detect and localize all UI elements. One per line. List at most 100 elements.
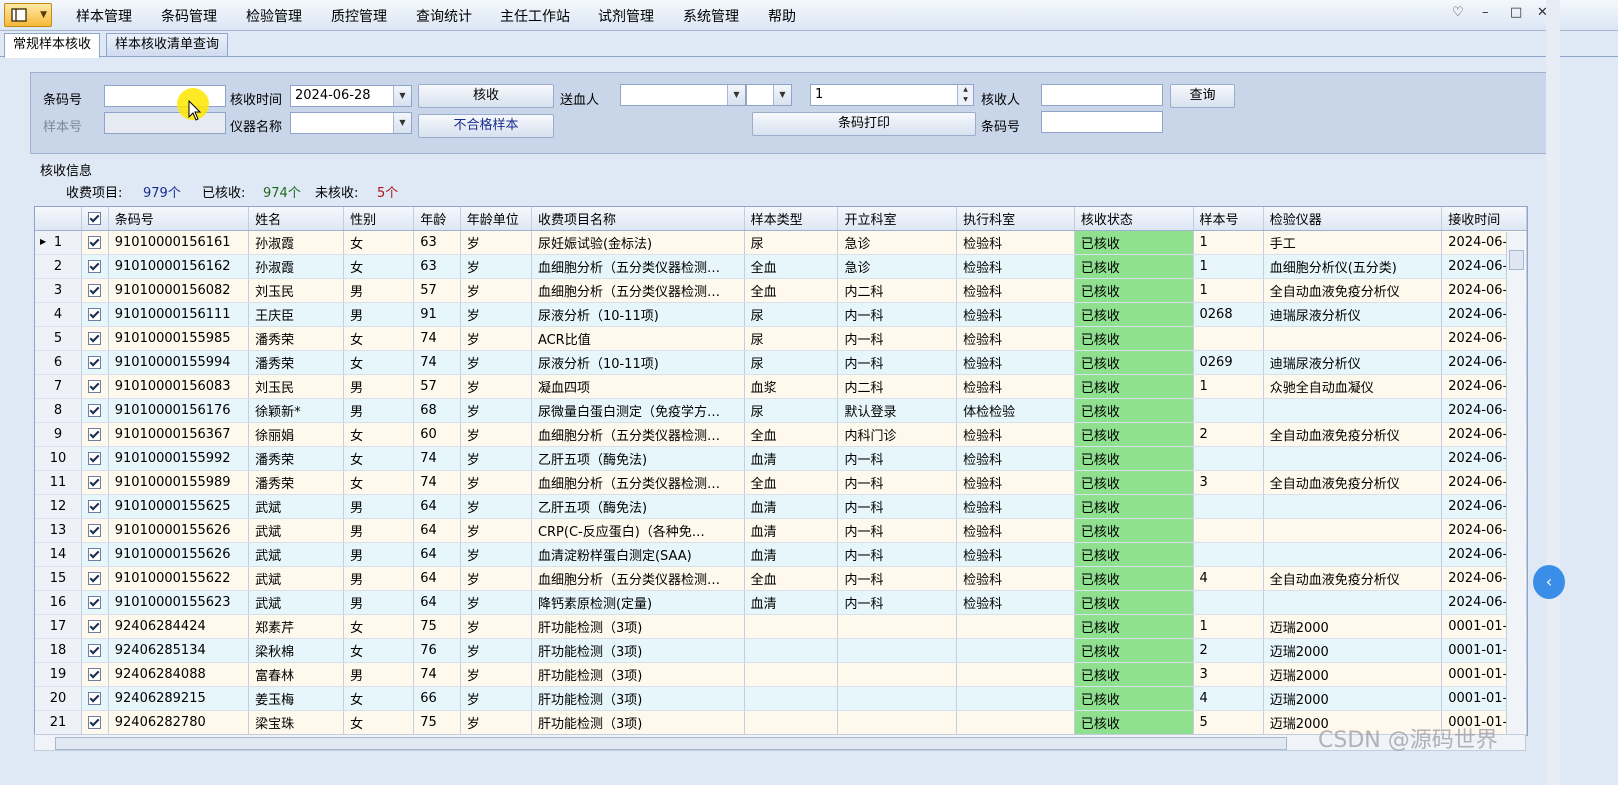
cell-ordering-dept[interactable]: 内一科 [837,350,958,375]
cell-exec-dept[interactable]: 检验科 [956,254,1075,279]
table-row[interactable]: 21 92406282780 梁宝珠女 75 岁肝功能检测（3项) 已核收 5 迈瑞2000 0… [35,710,1527,735]
cell-age-unit[interactable]: 岁 [460,230,532,255]
cell-name[interactable]: 武斌 [248,542,345,567]
cell-age[interactable]: 68 [413,398,461,423]
cell-age-unit[interactable]: 岁 [460,494,532,519]
header-receive-status[interactable]: 核收状态 [1074,207,1194,231]
cell-receive-status[interactable]: 已核收 [1074,350,1194,375]
cell-barcode[interactable]: 91010000155994 [108,350,250,375]
cell-sample-no[interactable] [1193,398,1264,423]
cell-name[interactable]: 富春林 [248,662,345,687]
cell-ordering-dept[interactable]: 内二科 [837,374,958,399]
cell-sample-no[interactable]: 4 [1193,686,1264,711]
cell-receive-status[interactable]: 已核收 [1074,230,1194,255]
row-checkbox[interactable] [88,644,102,657]
cell-barcode[interactable]: 92406284424 [108,614,250,639]
cell-instrument[interactable] [1263,518,1443,543]
cell-ordering-dept[interactable]: 急诊 [837,230,958,255]
table-row[interactable]: 7 91010000156083 刘玉民男 57 岁凝血四项 血浆 内二科 检验科 已核收 1 众驰… [35,374,1527,399]
cell-age[interactable]: 74 [413,326,461,351]
cell-sample-type[interactable] [744,662,839,687]
cell-barcode[interactable]: 92406285134 [108,638,250,663]
cell-gender[interactable]: 男 [343,494,415,519]
cell-gender[interactable]: 女 [343,350,415,375]
cell-ordering-dept[interactable]: 内科门诊 [837,422,958,447]
cell-instrument[interactable]: 手工 [1263,230,1443,255]
cell-name[interactable]: 王庆臣 [248,302,345,327]
cell-sample-type[interactable]: 尿 [744,230,839,255]
cell-age[interactable]: 64 [413,518,461,543]
cell-exec-dept[interactable]: 检验科 [956,446,1075,471]
cell-receive-status[interactable]: 已核收 [1074,422,1194,447]
cell-age-unit[interactable]: 岁 [460,614,532,639]
cell-sample-type[interactable]: 全血 [744,278,839,303]
cell-sample-no[interactable] [1193,446,1264,471]
cell-fee-item[interactable]: 降钙素原检测(定量) [531,590,745,615]
cell-receive-status[interactable]: 已核收 [1074,614,1194,639]
cell-sample-type[interactable]: 全血 [744,254,839,279]
cell-ordering-dept[interactable]: 内一科 [837,326,958,351]
instrument-select[interactable]: ▼ [290,112,412,134]
cell-name[interactable]: 潘秀荣 [248,470,345,495]
cell-fee-item[interactable]: 血细胞分析（五分类仪器检测… [531,254,745,279]
cell-age[interactable]: 64 [413,566,461,591]
cell-age[interactable]: 64 [413,542,461,567]
cell-ordering-dept[interactable]: 内一科 [837,494,958,519]
cell-gender[interactable]: 女 [343,470,415,495]
menu-sample-management[interactable]: 样本管理 [76,6,132,26]
cell-sample-type[interactable]: 全血 [744,470,839,495]
menu-director-workstation[interactable]: 主任工作站 [500,6,570,26]
spinner-arrows-icon[interactable]: ▲ ▼ [957,85,973,105]
cell-name[interactable]: 梁宝珠 [248,710,345,735]
row-checkbox[interactable] [88,236,102,249]
header-age[interactable]: 年龄 [413,207,461,231]
cell-age-unit[interactable]: 岁 [460,302,532,327]
cell-instrument[interactable]: 全自动血液免疫分析仪 [1263,278,1443,303]
cell-age-unit[interactable]: 岁 [460,326,532,351]
cell-fee-item[interactable]: 尿妊娠试验(金标法) [531,230,745,255]
cell-sample-no[interactable] [1193,542,1264,567]
cell-gender[interactable]: 女 [343,230,415,255]
chevron-down-icon[interactable]: ▼ [393,86,411,106]
cell-receive-status[interactable]: 已核收 [1074,446,1194,471]
scroll-thumb[interactable] [55,737,1287,750]
cell-age-unit[interactable]: 岁 [460,254,532,279]
cell-receive-status[interactable]: 已核收 [1074,686,1194,711]
cell-instrument[interactable]: 全自动血液免疫分析仪 [1263,470,1443,495]
cell-gender[interactable]: 女 [343,422,415,447]
cell-barcode[interactable]: 91010000156162 [108,254,250,279]
cell-gender[interactable]: 男 [343,374,415,399]
cell-name[interactable]: 武斌 [248,494,345,519]
cell-name[interactable]: 刘玉民 [248,278,345,303]
menu-system-management[interactable]: 系统管理 [683,6,739,26]
cell-ordering-dept[interactable] [837,638,958,663]
scroll-thumb[interactable] [1509,250,1524,270]
cell-age[interactable]: 76 [413,638,461,663]
cell-name[interactable]: 武斌 [248,566,345,591]
table-row[interactable]: 12 91010000155625 武斌男 64 岁乙肝五项（酶免法) 血清 内一科 检验科已… [35,494,1527,519]
cell-ordering-dept[interactable] [837,662,958,687]
cell-sample-type[interactable]: 血浆 [744,374,839,399]
row-checkbox[interactable] [88,668,102,681]
cell-instrument[interactable] [1263,542,1443,567]
tab-receive-list-query[interactable]: 样本核收清单查询 [106,33,229,56]
heart-icon[interactable]: ♡ [1452,5,1464,20]
cell-sample-type[interactable] [744,686,839,711]
cell-receive-status[interactable]: 已核收 [1074,398,1194,423]
header-fee-item[interactable]: 收费项目名称 [531,207,745,231]
cell-ordering-dept[interactable]: 内一科 [837,470,958,495]
cell-fee-item[interactable]: ACR比值 [531,326,745,351]
cell-sample-no[interactable]: 3 [1193,470,1264,495]
cell-age[interactable]: 66 [413,686,461,711]
sample-no-input[interactable] [104,112,226,134]
cell-sample-type[interactable]: 尿 [744,326,839,351]
cell-sample-type[interactable] [744,638,839,663]
cell-age-unit[interactable]: 岁 [460,710,532,735]
chevron-down-icon[interactable]: ▼ [727,85,745,105]
table-row[interactable]: 8 91010000156176 徐颖新* 男 68 岁尿微量白蛋白测定（免疫学方… 尿默认… [35,398,1527,423]
cell-ordering-dept[interactable] [837,614,958,639]
receive-time-picker[interactable]: 2024-06-28 ▼ [290,85,412,107]
cell-name[interactable]: 潘秀荣 [248,326,345,351]
menu-reagent-management[interactable]: 试剂管理 [598,6,654,26]
cell-ordering-dept[interactable]: 默认登录 [837,398,958,423]
